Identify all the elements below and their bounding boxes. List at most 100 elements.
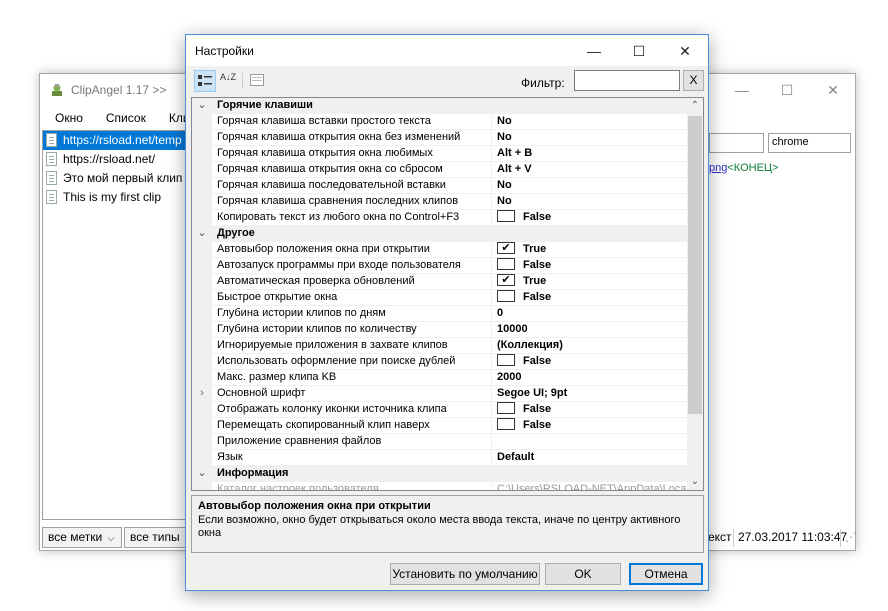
property-value-cell[interactable]: C:\Users\RSLOAD-NET\AppData\Loca [491, 482, 687, 490]
checkbox-empty-icon[interactable] [497, 258, 515, 271]
collapse-chevron-icon[interactable]: ⌄ [192, 226, 212, 242]
grid-scrollbar[interactable]: ⌃ ⌄ [687, 98, 703, 490]
property-value-cell[interactable]: Segoe UI; 9pt [491, 386, 567, 402]
property-row[interactable]: Быстрое открытие окна False [192, 290, 688, 306]
category-row[interactable]: ⌄ Другое [192, 226, 688, 242]
filter-input[interactable] [574, 70, 680, 91]
property-value-cell[interactable]: 2000 [491, 370, 521, 386]
property-row[interactable]: Горячая клавиша открытия окна со сбросом… [192, 162, 688, 178]
checkbox-empty-icon[interactable] [497, 290, 515, 303]
property-name: Быстрое открытие окна [217, 291, 338, 303]
close-icon[interactable]: ✕ [823, 80, 843, 100]
property-row[interactable]: Язык Default [192, 450, 688, 466]
maximize-icon[interactable]: ☐ [777, 80, 797, 100]
minimize-icon[interactable]: — [582, 40, 606, 62]
app-filter-input[interactable]: chrome [768, 133, 851, 153]
reset-defaults-button[interactable]: Установить по умолчанию [390, 563, 540, 585]
property-name: Основной шрифт [217, 387, 306, 399]
property-value-cell[interactable]: 10000 [491, 322, 528, 338]
property-row[interactable]: Макс. размер клипа KB 2000 [192, 370, 688, 386]
checkbox-checked-icon[interactable]: ✔ [497, 242, 515, 255]
checkbox-empty-icon[interactable] [497, 418, 515, 431]
category-row[interactable]: ⌄ Информация [192, 466, 688, 482]
scroll-up-icon[interactable]: ⌃ [687, 98, 703, 114]
property-row[interactable]: Горячая клавиша открытия окна любимых Alt… [192, 146, 688, 162]
property-name: Копировать текст из любого окна по Contr… [217, 211, 460, 223]
property-row[interactable]: Автовыбор положения окна при открытии ✔ Tr… [192, 242, 688, 258]
property-value-cell[interactable]: False [491, 258, 551, 274]
search-input[interactable] [709, 133, 764, 153]
category-row[interactable]: ⌄ Горячие клавиши [192, 98, 688, 114]
property-row[interactable]: Отображать колонку иконки источника клип… [192, 402, 688, 418]
property-value-cell[interactable]: No [491, 194, 512, 210]
row-gutter [192, 178, 212, 194]
collapse-chevron-icon[interactable]: ⌄ [192, 466, 212, 482]
property-name: Отображать колонку иконки источника клип… [217, 403, 447, 415]
menu-window[interactable]: Окно [40, 108, 91, 128]
scroll-down-icon[interactable]: ⌄ [687, 474, 703, 490]
menu-list[interactable]: Список [91, 108, 154, 128]
property-value-cell[interactable] [491, 434, 497, 450]
property-row[interactable]: › Основной шрифт Segoe UI; 9pt [192, 386, 688, 402]
property-value-cell[interactable]: (Коллекция) [491, 338, 563, 354]
property-value-cell[interactable]: ✔ True [491, 274, 546, 290]
clip-list[interactable]: https://rsload.net/temp https://rsload.n… [42, 130, 190, 520]
types-combo[interactable]: все типы [124, 527, 186, 548]
property-value-cell[interactable]: False [491, 418, 551, 434]
filter-clear-button[interactable]: X [683, 70, 704, 91]
close-icon[interactable]: ✕ [673, 40, 697, 62]
property-row[interactable]: Глубина истории клипов по количеству 1000… [192, 322, 688, 338]
checkbox-checked-icon[interactable]: ✔ [497, 274, 515, 287]
property-row[interactable]: Глубина истории клипов по дням 0 [192, 306, 688, 322]
property-pages-button[interactable] [246, 70, 268, 92]
property-value-cell[interactable]: 0 [491, 306, 503, 322]
row-gutter [192, 130, 212, 146]
property-value-cell[interactable]: No [491, 178, 512, 194]
category-label: Горячие клавиши [217, 99, 313, 111]
property-value-cell[interactable]: Alt + V [491, 162, 532, 178]
checkbox-empty-icon[interactable] [497, 402, 515, 415]
property-name: Автовыбор положения окна при открытии [217, 243, 430, 255]
minimize-icon[interactable]: — [732, 80, 752, 100]
list-item[interactable]: Это мой первый клип [43, 169, 189, 188]
property-row[interactable]: Горячая клавиша сравнения последних клип… [192, 194, 688, 210]
checkbox-empty-icon[interactable] [497, 210, 515, 223]
preview-link[interactable]: png [709, 162, 727, 174]
property-row[interactable]: Горячая клавиша открытия окна без измене… [192, 130, 688, 146]
property-row[interactable]: Автоматическая проверка обновлений ✔ True [192, 274, 688, 290]
property-grid[interactable]: ⌄ Горячие клавиши Горячая клавиша вставки … [191, 97, 704, 491]
scroll-thumb[interactable] [688, 116, 702, 414]
property-value-cell[interactable]: False [491, 290, 551, 306]
property-value-cell[interactable]: No [491, 130, 512, 146]
property-row[interactable]: Приложение сравнения файлов [192, 434, 688, 450]
sort-alphabetical-button[interactable]: A↓Z [217, 70, 239, 92]
property-row[interactable]: Горячая клавиша последовательной вставки… [192, 178, 688, 194]
property-value-cell[interactable]: No [491, 114, 512, 130]
property-value-cell[interactable]: False [491, 402, 551, 418]
property-value: Alt + B [497, 147, 533, 159]
property-row[interactable]: Копировать текст из любого окна по Contr… [192, 210, 688, 226]
list-item[interactable]: https://rsload.net/temp [43, 131, 189, 150]
property-value-cell[interactable]: False [491, 210, 551, 226]
marks-combo[interactable]: все метки ⌵ [42, 527, 122, 548]
checkbox-empty-icon[interactable] [497, 354, 515, 367]
ok-button[interactable]: OK [545, 563, 621, 585]
property-row[interactable]: Игнорируемые приложения в захвате клипов… [192, 338, 688, 354]
property-value-cell[interactable]: Default [491, 450, 534, 466]
resize-grip-icon[interactable]: ⋰ [840, 529, 861, 547]
property-value-cell[interactable]: False [491, 354, 551, 370]
property-row[interactable]: Каталог настроек пользователя C:\Users\RS… [192, 482, 688, 490]
property-row[interactable]: Автозапуск программы при входе пользоват… [192, 258, 688, 274]
list-item[interactable]: This is my first clip [43, 188, 189, 207]
property-row[interactable]: Горячая клавиша вставки простого текста N… [192, 114, 688, 130]
cancel-button[interactable]: Отмена [629, 563, 703, 585]
property-value-cell[interactable]: Alt + B [491, 146, 532, 162]
maximize-icon[interactable]: ☐ [627, 40, 651, 62]
collapse-chevron-icon[interactable]: ⌄ [192, 98, 212, 114]
property-row[interactable]: Использовать оформление при поиске дубле… [192, 354, 688, 370]
property-value-cell[interactable]: ✔ True [491, 242, 546, 258]
property-row[interactable]: Перемещать скопированный клип наверх Fals… [192, 418, 688, 434]
list-item[interactable]: https://rsload.net/ [43, 150, 189, 169]
categorized-view-button[interactable] [194, 70, 216, 92]
expand-chevron-icon[interactable]: › [192, 386, 212, 402]
